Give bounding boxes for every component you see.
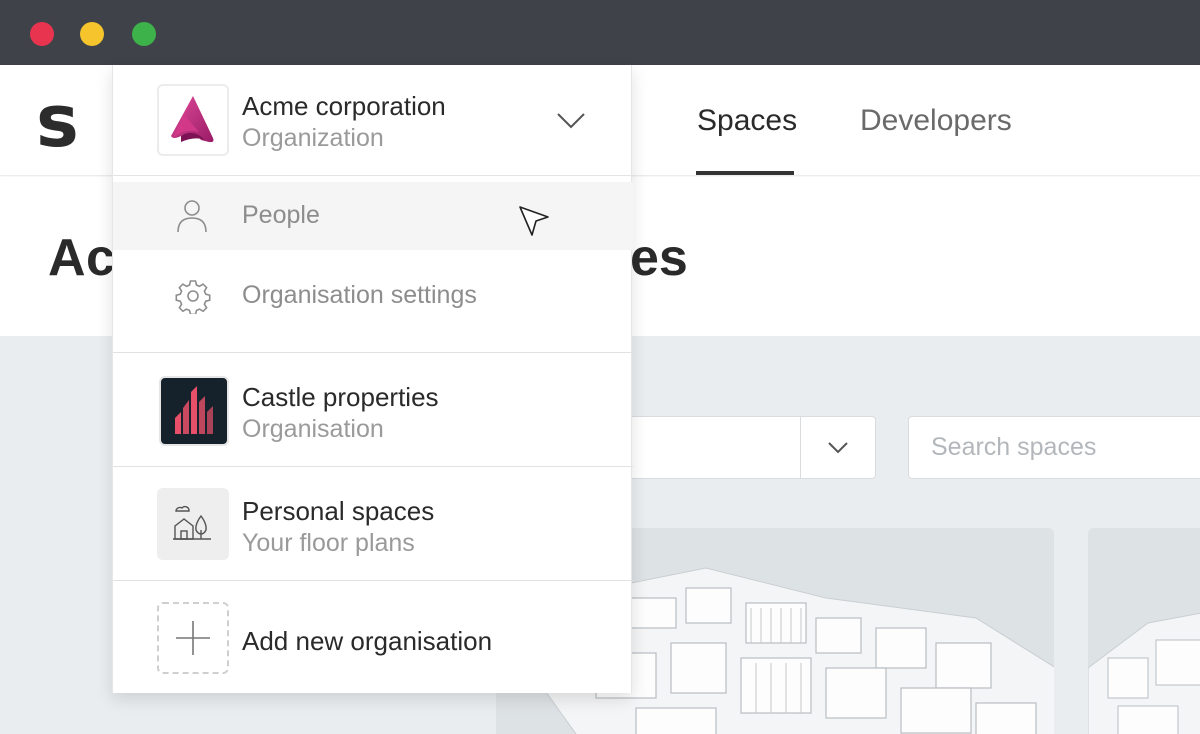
page-title-end: es — [630, 229, 688, 287]
tab-spaces[interactable]: Spaces — [697, 103, 797, 139]
org-subtitle: Organisation — [242, 415, 384, 443]
minimize-window-button[interactable] — [80, 22, 104, 46]
menu-item-people[interactable]: People — [113, 182, 633, 250]
app-logo[interactable]: s — [36, 85, 79, 157]
select-divider — [800, 417, 801, 478]
chevron-down-icon[interactable] — [826, 437, 850, 457]
gear-icon — [175, 280, 211, 314]
add-organisation-label: Add new organisation — [242, 626, 493, 656]
mouse-cursor-icon — [519, 206, 549, 236]
org-subtitle: Your floor plans — [242, 529, 415, 557]
acme-logo — [157, 84, 229, 156]
window-titlebar — [0, 0, 1200, 65]
current-organisation[interactable]: Acme corporation Organization — [113, 65, 633, 176]
org-name: Castle properties — [242, 382, 439, 412]
personal-spaces-avatar — [157, 488, 229, 560]
tab-developers[interactable]: Developers — [860, 103, 1012, 139]
current-org-name: Acme corporation — [242, 91, 446, 121]
castle-logo-icon — [175, 386, 213, 434]
acme-logo-icon — [171, 96, 214, 143]
current-org-type: Organization — [242, 124, 384, 152]
house-tree-icon — [173, 505, 211, 540]
maximize-window-button[interactable] — [132, 22, 156, 46]
add-org-placeholder — [157, 602, 229, 674]
org-name: Personal spaces — [242, 496, 435, 526]
floor-plan-image — [1088, 612, 1200, 734]
menu-item-label: People — [242, 201, 320, 229]
castle-logo — [159, 376, 229, 446]
page-title: Ac — [48, 229, 116, 287]
close-window-button[interactable] — [30, 22, 54, 46]
search-input[interactable] — [908, 416, 1200, 479]
menu-item-label: Organisation settings — [242, 281, 477, 309]
menu-item-organisation-settings[interactable]: Organisation settings — [113, 262, 633, 330]
plus-icon — [176, 621, 210, 655]
chevron-down-icon[interactable] — [555, 109, 587, 131]
space-card[interactable] — [1088, 528, 1200, 734]
person-icon — [177, 200, 207, 233]
organisation-dropdown: Acme corporation Organization People Org… — [112, 65, 633, 693]
active-tab-indicator — [696, 171, 794, 175]
